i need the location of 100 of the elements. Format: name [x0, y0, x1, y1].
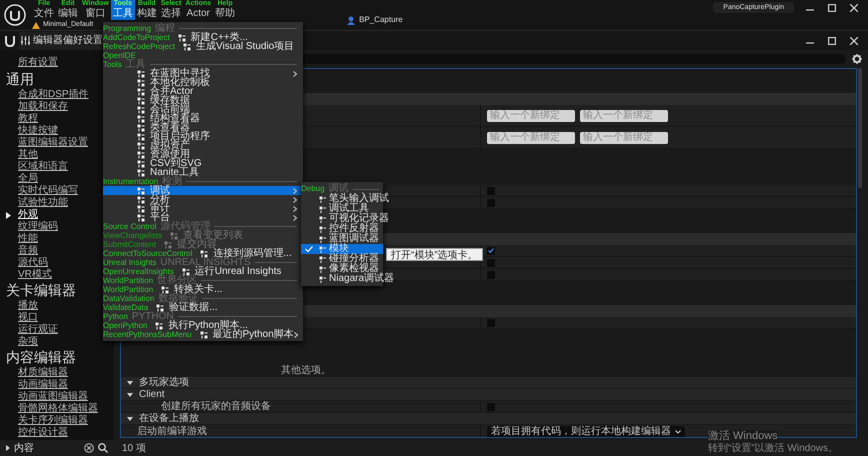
- menu-item[interactable]: 项目启动程序: [150, 132, 210, 141]
- menu-item[interactable]: 控件反射器: [329, 224, 379, 234]
- debug-label: Debug: [301, 184, 325, 194]
- menu-item[interactable]: 虚拟资产: [150, 141, 190, 150]
- menu-item[interactable]: 像素检视器: [329, 264, 379, 274]
- menu-item[interactable]: 蓝图调试器: [329, 234, 379, 244]
- menu-item[interactable]: 审计: [150, 204, 170, 213]
- debug-label: OpenIDE: [103, 51, 136, 60]
- debug-label: Unreal Insights: [103, 258, 156, 267]
- menu-item[interactable]: 缓存数据: [150, 96, 190, 105]
- logo-icon: [4, 4, 26, 26]
- menu-item[interactable]: Nanite工具: [150, 168, 199, 177]
- menu-item[interactable]: 最近的Python脚本: [212, 330, 294, 339]
- section-label: PYTHON: [132, 312, 174, 321]
- debug-label: OpenUnrealInsights: [103, 267, 174, 276]
- menu-item[interactable]: 本地化控制板: [150, 78, 210, 87]
- sidebar-link[interactable]: 控件设计器: [18, 427, 68, 439]
- sidebar-link[interactable]: 动画编辑器: [18, 379, 68, 391]
- menu-item[interactable]: 执行Python脚本...: [168, 321, 248, 330]
- sidebar-link[interactable]: 其他: [18, 149, 38, 161]
- sidebar-link[interactable]: 区域和语言: [18, 161, 68, 173]
- section-label: 编程: [155, 24, 176, 33]
- sidebar-link[interactable]: 关卡序列编辑器: [18, 415, 88, 427]
- binding-field[interactable]: 输入一个新绑定: [580, 132, 668, 144]
- menu-item[interactable]: 运行Unreal Insights: [194, 267, 282, 276]
- sidebar-link[interactable]: 纹理编码: [18, 221, 58, 233]
- tool-icon: [319, 276, 326, 282]
- activation-title: 激活 Windows: [708, 430, 778, 443]
- tool-icon: [319, 236, 326, 242]
- debug-label: Source Control: [103, 222, 156, 231]
- sidebar-link[interactable]: 播放: [18, 300, 38, 312]
- sidebar-link[interactable]: 合成和DSP插件: [18, 89, 89, 101]
- menu-item[interactable]: 类查看器: [150, 123, 190, 132]
- checkbox[interactable]: [487, 318, 495, 326]
- sidebar-link[interactable]: 实时代码编写: [18, 185, 78, 197]
- sidebar-link[interactable]: 音频: [18, 245, 38, 257]
- section-label: UNREAL INSIGHTS: [160, 258, 251, 267]
- activation-text: 转到“设置”以激活 Windows。: [708, 443, 838, 455]
- binding-field[interactable]: 输入一个新绑定: [580, 110, 668, 122]
- menu-item[interactable]: CSV到SVG: [150, 159, 202, 168]
- menu-item[interactable]: 生成Visual Studio项目: [196, 42, 294, 51]
- scrollbar[interactable]: [858, 68, 862, 188]
- tool-icon: [200, 250, 208, 258]
- tool-icon: [156, 304, 164, 312]
- logo-icon: [4, 34, 16, 46]
- debug-label: SubmitContent: [103, 240, 156, 249]
- tool-icon: [182, 268, 190, 276]
- sidebar-link[interactable]: 全局: [18, 173, 38, 185]
- sidebar-link[interactable]: 材质编辑器: [18, 367, 68, 379]
- sidebar-link[interactable]: 杂项: [18, 336, 38, 348]
- menu-item[interactable]: 转换关卡...: [174, 285, 222, 294]
- sidebar-link[interactable]: 蓝图编辑器设置: [18, 137, 88, 149]
- sidebar-link[interactable]: 动画蓝图编辑器: [18, 391, 88, 403]
- sidebar-link[interactable]: VR模式: [18, 269, 52, 281]
- tool-icon: [319, 256, 326, 262]
- sidebar-link[interactable]: 教程: [18, 113, 38, 125]
- section-label: 检测: [162, 177, 182, 186]
- sidebar-link[interactable]: 试验性功能: [18, 197, 68, 209]
- sidebar-link[interactable]: 所有设置: [6, 56, 58, 70]
- sidebar-link[interactable]: 快捷按键: [18, 125, 58, 137]
- tool-icon: [155, 322, 164, 330]
- debug-label: Tools: [103, 60, 122, 69]
- menu-item[interactable]: 分析: [150, 195, 170, 204]
- menu-item[interactable]: 在蓝图中寻找: [150, 69, 210, 78]
- sidebar-link[interactable]: 外观: [18, 209, 38, 221]
- menu-item[interactable]: 笔头输入调试: [329, 194, 389, 204]
- menu-item[interactable]: 合并Actor: [150, 87, 194, 96]
- binding-field[interactable]: 输入一个新绑定: [487, 132, 575, 144]
- menu-item[interactable]: 连接到源码管理...: [213, 249, 292, 258]
- menu-item[interactable]: Niagara调试器: [329, 274, 394, 284]
- section-label: 调试: [328, 184, 349, 194]
- sidebar-link[interactable]: 运行观证: [18, 324, 58, 336]
- menu-item[interactable]: 验证数据...: [169, 303, 218, 312]
- menu-item[interactable]: 资源使用: [150, 150, 190, 159]
- section-label: 源代码管理: [160, 222, 210, 231]
- menu-item[interactable]: 平台: [150, 213, 170, 222]
- menu-item[interactable]: 调试工具: [329, 204, 369, 214]
- close-icon: [850, 4, 858, 12]
- group-label: 在设备上播放: [139, 412, 199, 424]
- tool-icon: [319, 206, 326, 212]
- menu-item[interactable]: 新建C++类...: [190, 33, 248, 42]
- sidebar-link[interactable]: 源代码: [18, 257, 48, 269]
- blueprint-tab[interactable]: BP_Capture: [359, 14, 403, 26]
- menu-item[interactable]: 碰撞分析器: [329, 254, 379, 264]
- menu-item[interactable]: 调试: [150, 186, 170, 195]
- content-drawer-button[interactable]: 内容: [14, 440, 34, 456]
- checkbox[interactable]: [487, 246, 495, 254]
- sidebar-link[interactable]: 加载和保存: [18, 101, 68, 113]
- debug-label: Instrumentation: [103, 177, 158, 186]
- menu-item[interactable]: 可视化记录器: [329, 214, 389, 224]
- binding-field[interactable]: 输入一个新绑定: [487, 110, 575, 122]
- sidebar-link[interactable]: 视口: [18, 312, 38, 324]
- tool-icon: [319, 226, 326, 232]
- sidebar-heading: 关卡编辑器: [6, 281, 76, 300]
- menu-item[interactable]: 会话前端: [150, 105, 190, 114]
- menu-item[interactable]: 结构查看器: [150, 114, 200, 123]
- dropdown[interactable]: 若项目拥有代码，则运行本地构建编辑器: [487, 426, 685, 437]
- sidebar-link[interactable]: 性能: [18, 233, 38, 245]
- close-icon: [850, 36, 858, 44]
- sidebar-link[interactable]: 骨骼网格体编辑器: [18, 403, 98, 415]
